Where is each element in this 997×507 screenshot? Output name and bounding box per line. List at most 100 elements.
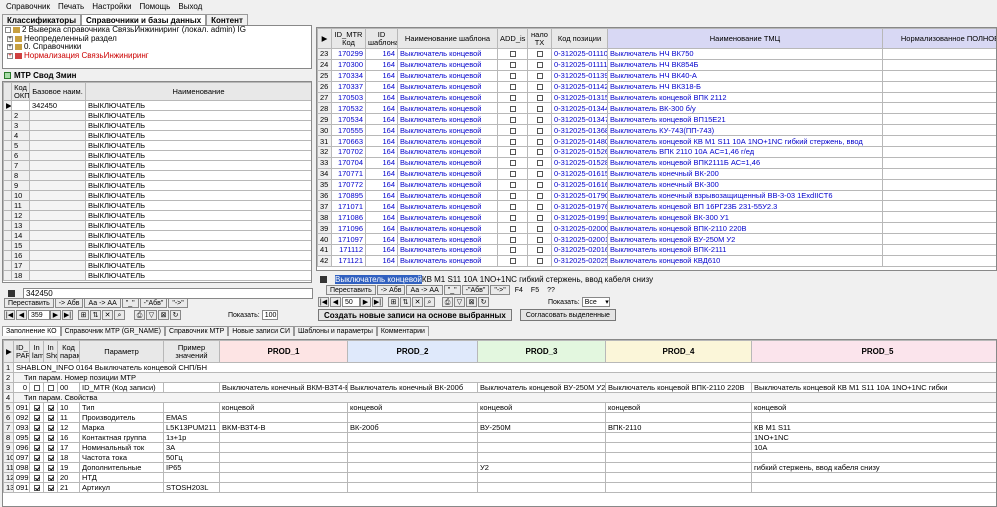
table-cell-param-code[interactable]: 12 — [57, 422, 80, 433]
table-cell[interactable]: ВЫКЛЮЧАТЕЛЬ — [85, 140, 311, 151]
checkbox-checked[interactable] — [33, 445, 40, 452]
table-cell[interactable]: ВЫКЛЮЧАТЕЛЬ — [85, 240, 311, 251]
table-cell[interactable] — [29, 180, 86, 191]
table-cell-prod-5[interactable]: КВ М1 S11 — [751, 422, 996, 433]
checkbox[interactable] — [509, 193, 516, 200]
table-cell-id-param[interactable]: 099 — [13, 472, 30, 483]
clear-filter-icon[interactable]: ✕ — [102, 310, 113, 320]
table-cell-position-code[interactable]: 0-312025-01976 — [551, 200, 608, 213]
table-cell-nalo-tx[interactable] — [527, 113, 552, 126]
table-cell-template-name[interactable]: Выключатель концевой — [397, 135, 498, 148]
checkbox-checked[interactable] — [47, 425, 54, 432]
table-cell-template-name[interactable]: Выключатель концевой — [397, 222, 498, 235]
table-cell-id-mtr[interactable]: 170337 — [331, 80, 366, 93]
table-cell-id-mtr[interactable]: 171096 — [331, 222, 366, 235]
table-cell-parameter[interactable]: Номинальный ток — [79, 442, 164, 453]
checkbox[interactable] — [536, 236, 543, 243]
table-row[interactable]: 26 170337 164 Выключатель концевой 0-312025-… — [317, 80, 996, 93]
table-cell-position-code[interactable]: 0-312025-01790 — [551, 189, 608, 202]
table-cell-id-param[interactable]: 093 — [13, 422, 30, 433]
table-cell-prod-3[interactable] — [477, 432, 606, 443]
save-icon[interactable] — [320, 275, 327, 283]
table-cell-tmc-name[interactable]: Выключатель концевой ВПК 2112 — [607, 91, 883, 104]
table-row[interactable]: ▶342450ВЫКЛЮЧАТЕЛЬВыключатель концевой — [3, 100, 311, 111]
table-cell-normalized[interactable] — [882, 167, 996, 180]
table-cell-in-lamp[interactable] — [29, 472, 44, 483]
table-cell-prod-1[interactable] — [219, 412, 348, 423]
table-cell-template-name[interactable]: Выключатель концевой — [397, 80, 498, 93]
text-transform-button[interactable]: -"Абв" — [461, 285, 490, 295]
table-cell-prod-3[interactable] — [477, 472, 606, 483]
table-row[interactable]: 23 170299 164 Выключатель концевой 0-312025-… — [317, 48, 996, 60]
table-cell-add-is[interactable] — [497, 167, 528, 180]
col-header-base-name[interactable]: Базовое наим. — [29, 82, 86, 101]
checkbox[interactable] — [509, 116, 516, 123]
col-header-tmc-name[interactable]: Наименование ТМЦ — [607, 28, 883, 49]
export-icon[interactable]: ⊠ — [158, 310, 169, 320]
table-row[interactable]: 34 170771 164 Выключатель концевой 0-312025-… — [317, 167, 996, 180]
prev-record-button[interactable]: ◀ — [16, 310, 27, 320]
table-row[interactable]: 3 0 00 ID_MTR (Код записи) Выключатель конеч… — [3, 382, 996, 393]
table-cell-position-code[interactable]: 0-312025-01110 — [551, 48, 608, 60]
table-cell-position-code[interactable]: 0-312025-01111 — [551, 58, 608, 71]
tree-item[interactable]: + Неопределенный раздел — [3, 35, 311, 44]
bottom-tab[interactable]: Справочник МТР — [165, 326, 229, 336]
table-cell-parameter[interactable]: Частота тока — [79, 452, 164, 463]
table-cell-prod-5[interactable] — [751, 452, 996, 463]
table-cell-prod-4[interactable] — [605, 442, 752, 453]
table-cell-tmc-name[interactable]: Выключатель концевой ВП15Е21 — [607, 113, 883, 126]
table-cell-template-name[interactable]: Выключатель концевой — [397, 146, 498, 158]
checkbox-checked[interactable] — [33, 465, 40, 472]
expand-icon[interactable]: + — [7, 44, 13, 51]
table-cell-id-mtr[interactable]: 171086 — [331, 211, 366, 224]
checkbox[interactable] — [536, 247, 543, 254]
col-header-id-mtr[interactable]: ID_MTR Код — [331, 28, 366, 49]
table-cell-prod-1[interactable]: ВКМ-ВЗТ4-В — [219, 422, 348, 433]
table-cell[interactable]: ВЫКЛЮЧАТЕЛЬ — [85, 170, 311, 181]
table-cell[interactable] — [29, 250, 86, 261]
text-transform-button[interactable]: Переставить — [326, 285, 376, 295]
table-cell-id-param[interactable]: 092 — [13, 412, 30, 423]
checkbox[interactable] — [536, 51, 543, 58]
table-cell-normalized[interactable] — [882, 135, 996, 148]
menu-item[interactable]: Печать — [58, 2, 84, 11]
find-icon[interactable]: ⌕ — [114, 310, 125, 320]
checkbox[interactable] — [536, 62, 543, 69]
table-cell-prod-5[interactable]: концевой — [751, 402, 996, 413]
checkbox[interactable] — [536, 225, 543, 232]
table-cell-tmc-name[interactable]: Выключатель концевой ВПК2111Б АС=1,46 — [607, 156, 883, 169]
table-cell-nalo-tx[interactable] — [527, 156, 552, 169]
table-cell-normalized[interactable] — [882, 146, 996, 158]
table-cell-in-lamp[interactable] — [29, 442, 44, 453]
table-cell-nalo-tx[interactable] — [527, 124, 552, 137]
text-transform-button[interactable]: Переставить — [4, 298, 54, 308]
table-cell-prod-1[interactable] — [219, 482, 348, 493]
bottom-tab[interactable]: Комментарии — [376, 326, 429, 336]
group-header[interactable]: Тип парам. Номер позиции МТР — [13, 372, 996, 383]
table-cell-template-name[interactable]: Выключатель концевой — [397, 178, 498, 191]
table-cell[interactable] — [29, 190, 86, 201]
table-cell-nalo-tx[interactable] — [527, 69, 552, 82]
last-record-button[interactable]: ▶| — [62, 310, 73, 320]
table-cell-add-is[interactable] — [497, 91, 528, 104]
col-header-parameter[interactable]: Параметр — [79, 340, 164, 363]
table-cell-id-template[interactable]: 164 — [365, 146, 398, 158]
table-cell-prod-3[interactable]: концевой — [477, 402, 606, 413]
table-row[interactable]: 5ВЫКЛЮЧАТЕЛЬВыключатель концевой ВК 411Б… — [3, 140, 311, 151]
table-cell-id-param[interactable]: 098 — [13, 462, 30, 473]
table-cell-template-name[interactable]: Выключатель концевой — [397, 58, 498, 71]
menu-item[interactable]: Выход — [178, 2, 202, 11]
bottom-tab[interactable]: Справочник МТР (GR_NAME) — [60, 326, 166, 336]
table-cell-example[interactable]: 50Гц — [163, 452, 220, 463]
table-cell-template-name[interactable]: Выключатель концевой — [397, 69, 498, 82]
table-cell-nalo-tx[interactable] — [527, 167, 552, 180]
table-cell-tmc-name[interactable]: Выключатель НЧ ВК750 — [607, 48, 883, 60]
table-cell-id-mtr[interactable]: 171112 — [331, 244, 366, 256]
table-row[interactable]: 4 Тип парам. Свойства — [3, 392, 996, 403]
table-cell-nalo-tx[interactable] — [527, 189, 552, 202]
table-cell-param-code[interactable]: 16 — [57, 432, 80, 443]
table-cell-prod-1[interactable] — [219, 432, 348, 443]
bottom-grid[interactable]: ▶ ID_ PARAM In lamp In Short Код парам П… — [2, 339, 997, 507]
filter-funnel-icon[interactable]: ▽ — [146, 310, 157, 320]
table-cell-tmc-name[interactable]: Выключатель концевой ВПК-2111 — [607, 244, 883, 256]
